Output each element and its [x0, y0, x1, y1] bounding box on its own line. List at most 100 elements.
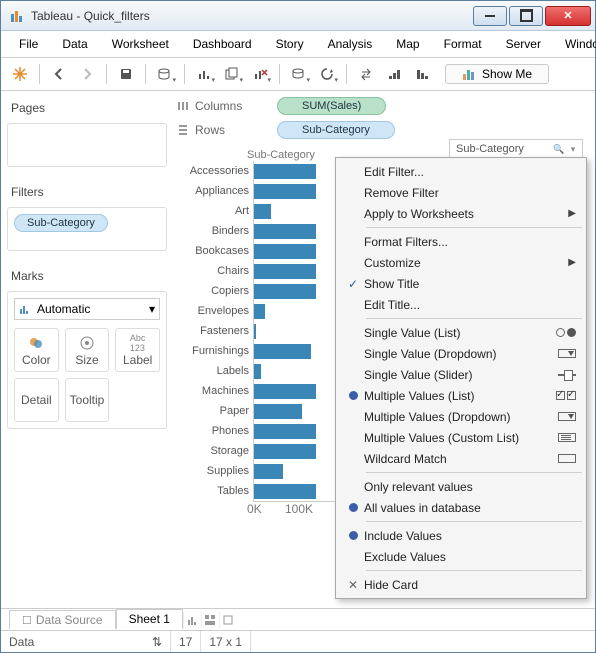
new-dashboard-tab-icon[interactable] — [201, 612, 219, 628]
status-bar: Data⇅ 17 17 x 1 — [1, 630, 595, 652]
chart-row-label: Tables — [217, 481, 249, 501]
status-rowcol: 17 x 1 — [201, 631, 251, 652]
sort-icon: ⇅ — [152, 635, 162, 649]
ctx-multiple-values-custom[interactable]: Multiple Values (Custom List) — [338, 427, 584, 448]
bar-icon — [462, 67, 476, 81]
status-data[interactable]: Data⇅ — [1, 631, 171, 652]
chart-row-label: Accessories — [190, 161, 249, 181]
chart-row-label: Labels — [217, 361, 249, 381]
menu-story[interactable]: Story — [266, 35, 314, 53]
filter-quick-card[interactable]: Sub-Category 🔍 ▾ — [449, 139, 583, 159]
chart-row-label: Chairs — [217, 261, 249, 281]
ctx-single-value-slider[interactable]: Single Value (Slider) — [338, 364, 584, 385]
status-marks: 17 — [171, 631, 201, 652]
ctx-wildcard-match[interactable]: Wildcard Match — [338, 448, 584, 469]
chart-row-label: Copiers — [211, 281, 249, 301]
chart-row-label: Storage — [210, 441, 249, 461]
columns-shelf-label: Columns — [177, 99, 267, 113]
filter-dropdown-icon[interactable]: ▾ — [566, 142, 580, 156]
ctx-exclude-values[interactable]: Exclude Values — [338, 546, 584, 567]
menu-analysis[interactable]: Analysis — [318, 35, 383, 53]
filter-card-title: Sub-Category — [456, 143, 552, 155]
chart-row-label: Machines — [202, 381, 249, 401]
app-icon — [9, 8, 25, 24]
menu-window[interactable]: Window — [555, 35, 596, 53]
window-title: Tableau - Quick_filters — [31, 9, 473, 23]
radio-on-icon — [349, 503, 358, 512]
window-minimize-button[interactable] — [473, 6, 507, 26]
forward-button[interactable] — [74, 62, 100, 86]
marks-size[interactable]: Size — [65, 328, 110, 372]
menubar: File Data Worksheet Dashboard Story Anal… — [1, 31, 595, 58]
autoupdate-button[interactable]: ▾ — [286, 62, 312, 86]
clear-button[interactable]: ▾ — [247, 62, 273, 86]
new-worksheet-tab-icon[interactable] — [183, 612, 201, 628]
chart-row-label: Bookcases — [195, 241, 249, 261]
ctx-only-relevant[interactable]: Only relevant values — [338, 476, 584, 497]
tab-sheet1[interactable]: Sheet 1 — [116, 609, 183, 630]
chart-row-label: Appliances — [195, 181, 249, 201]
marks-color[interactable]: Color — [14, 328, 59, 372]
chart-row-label: Phones — [212, 421, 249, 441]
chart-row-label: Furnishings — [192, 341, 249, 361]
pages-shelf[interactable] — [7, 123, 167, 167]
ctx-edit-filter[interactable]: Edit Filter... — [338, 161, 584, 182]
ctx-single-value-list[interactable]: Single Value (List) — [338, 322, 584, 343]
new-worksheet-button[interactable]: ▾ — [191, 62, 217, 86]
ctx-edit-title[interactable]: Edit Title... — [338, 294, 584, 315]
ctx-all-values-db[interactable]: All values in database — [338, 497, 584, 518]
ctx-format-filters[interactable]: Format Filters... — [338, 231, 584, 252]
ctx-multiple-values-list[interactable]: Multiple Values (List) — [338, 385, 584, 406]
ctx-single-value-dropdown[interactable]: Single Value (Dropdown) — [338, 343, 584, 364]
chart-row-label: Binders — [212, 221, 249, 241]
ctx-include-values[interactable]: Include Values — [338, 525, 584, 546]
duplicate-button[interactable]: ▾ — [219, 62, 245, 86]
save-button[interactable] — [113, 62, 139, 86]
swap-button[interactable] — [353, 62, 379, 86]
new-story-tab-icon[interactable] — [219, 612, 237, 628]
check-icon: ✓ — [342, 277, 364, 291]
back-button[interactable] — [46, 62, 72, 86]
filters-shelf[interactable]: Sub-Category — [7, 207, 167, 251]
showme-label: Show Me — [482, 67, 532, 81]
pages-shelf-label: Pages — [7, 97, 167, 123]
menu-server[interactable]: Server — [496, 35, 551, 53]
marks-tooltip[interactable]: Tooltip — [65, 378, 110, 422]
window-close-button[interactable] — [545, 6, 591, 26]
menu-map[interactable]: Map — [386, 35, 429, 53]
showme-button[interactable]: Show Me — [445, 64, 549, 84]
run-button[interactable]: ▾ — [314, 62, 340, 86]
radio-on-icon — [349, 531, 358, 540]
chart-row-label: Supplies — [207, 461, 249, 481]
menu-dashboard[interactable]: Dashboard — [183, 35, 262, 53]
ctx-apply-worksheets[interactable]: Apply to Worksheets▶ — [338, 203, 584, 224]
rows-shelf-label: Rows — [177, 123, 267, 137]
sort-asc-button[interactable] — [381, 62, 407, 86]
menu-data[interactable]: Data — [52, 35, 97, 53]
column-pill-sum-sales[interactable]: SUM(Sales) — [277, 97, 386, 115]
tab-data-source[interactable]: ☐ Data Source — [9, 610, 116, 629]
menu-worksheet[interactable]: Worksheet — [102, 35, 179, 53]
row-pill-subcategory[interactable]: Sub-Category — [277, 121, 395, 139]
marks-label[interactable]: Abc123Label — [115, 328, 160, 372]
side-panel: Pages Filters Sub-Category Marks Automat… — [1, 91, 173, 608]
filter-search-icon[interactable]: 🔍 — [552, 142, 566, 156]
filter-context-menu: Edit Filter... Remove Filter Apply to Wo… — [335, 157, 587, 599]
sort-desc-button[interactable] — [409, 62, 435, 86]
mark-type-selector[interactable]: Automatic ▾ — [14, 298, 160, 320]
axis-tick-0: 0K — [247, 502, 285, 516]
tableau-logo-icon[interactable] — [7, 62, 33, 86]
new-datasource-button[interactable]: ▾ — [152, 62, 178, 86]
ctx-hide-card[interactable]: ✕Hide Card — [338, 574, 584, 595]
marks-detail[interactable]: Detail — [14, 378, 59, 422]
filter-pill-subcategory[interactable]: Sub-Category — [14, 214, 108, 232]
ctx-show-title[interactable]: ✓Show Title — [338, 273, 584, 294]
menu-file[interactable]: File — [9, 35, 48, 53]
toolbar: ▾ ▾ ▾ ▾ ▾ ▾ Show Me — [1, 58, 595, 91]
ctx-multiple-values-dropdown[interactable]: Multiple Values (Dropdown) — [338, 406, 584, 427]
ctx-remove-filter[interactable]: Remove Filter — [338, 182, 584, 203]
window-maximize-button[interactable] — [509, 6, 543, 26]
ctx-customize[interactable]: Customize▶ — [338, 252, 584, 273]
menu-format[interactable]: Format — [434, 35, 492, 53]
marks-label: Marks — [7, 265, 167, 291]
